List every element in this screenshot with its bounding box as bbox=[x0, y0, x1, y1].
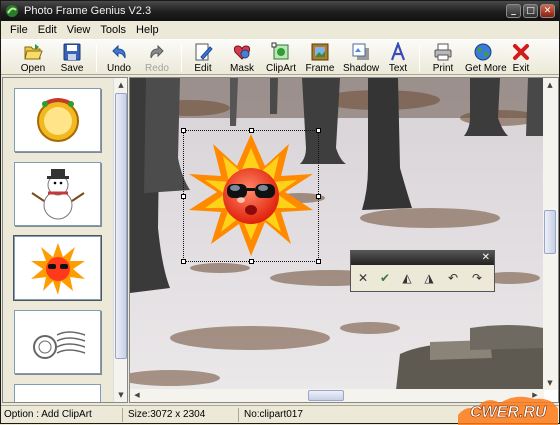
minimize-button[interactable]: _ bbox=[506, 4, 521, 18]
scroll-up-arrow-icon[interactable]: ▲ bbox=[543, 78, 557, 92]
scrollbar-thumb[interactable] bbox=[544, 210, 556, 254]
menu-help[interactable]: Help bbox=[131, 24, 164, 36]
exit-x-icon bbox=[513, 44, 529, 60]
menu-bar: File Edit View Tools Help bbox=[1, 21, 559, 39]
thumbnail-item[interactable] bbox=[14, 162, 101, 226]
save-disk-icon bbox=[63, 43, 81, 61]
scroll-left-arrow-icon[interactable]: ◀ bbox=[130, 388, 144, 402]
mask-label: Mask bbox=[230, 63, 254, 74]
palette-close-button[interactable]: ✕ bbox=[482, 251, 490, 265]
toolbar-separator bbox=[181, 44, 182, 72]
undo-label: Undo bbox=[107, 63, 131, 74]
scroll-up-arrow-icon[interactable]: ▲ bbox=[114, 78, 128, 92]
status-option: Option : Add ClipArt bbox=[1, 408, 123, 422]
clipart-button[interactable]: ClipArt bbox=[263, 41, 299, 75]
toolbar-separator bbox=[419, 44, 420, 72]
menu-view[interactable]: View bbox=[62, 24, 96, 36]
edit-label: Edit bbox=[194, 63, 212, 74]
open-button[interactable]: Open bbox=[15, 41, 51, 75]
app-logo-icon bbox=[6, 5, 18, 17]
edit-button[interactable]: Edit bbox=[185, 41, 221, 75]
resize-handle[interactable] bbox=[316, 259, 321, 264]
thumbnail-item[interactable] bbox=[14, 384, 101, 402]
clipart-tool-palette: ✕ ✕ ✔ ◭ ◮ ↶ ↷ bbox=[350, 250, 495, 292]
clipart-thumbnail-panel: ▲ ▼ bbox=[2, 77, 128, 403]
menu-edit[interactable]: Edit bbox=[33, 24, 62, 36]
resize-handle[interactable] bbox=[249, 128, 254, 133]
rotate-right-button[interactable]: ↷ bbox=[468, 269, 486, 287]
resize-handle[interactable] bbox=[181, 194, 186, 199]
toolbar: Open Save Undo Redo Edit Mask ClipArt Fr… bbox=[1, 39, 559, 75]
toolbar-separator bbox=[96, 44, 97, 72]
heart-mask-icon bbox=[233, 45, 251, 60]
app-window: Photo Frame Genius V2.3 _ □ ✕ File Edit … bbox=[0, 0, 560, 425]
status-image-size: Size:3072 x 2304 bbox=[125, 408, 239, 422]
menu-file[interactable]: File bbox=[5, 24, 33, 36]
open-label: Open bbox=[20, 63, 46, 74]
globe-icon bbox=[474, 43, 492, 61]
ornate-round-frame-icon bbox=[36, 98, 79, 142]
window-title: Photo Frame Genius V2.3 bbox=[24, 5, 152, 17]
frame-button[interactable]: Frame bbox=[302, 41, 338, 75]
print-button[interactable]: Print bbox=[425, 41, 461, 75]
flip-horizontal-button[interactable]: ◭ bbox=[398, 269, 416, 287]
save-button[interactable]: Save bbox=[54, 41, 90, 75]
scrollbar-thumb[interactable] bbox=[115, 93, 127, 359]
undo-arrow-icon bbox=[112, 44, 126, 59]
resize-handle[interactable] bbox=[181, 259, 186, 264]
shadow-button[interactable]: Shadow bbox=[343, 41, 379, 75]
delete-clipart-button[interactable]: ✕ bbox=[354, 269, 372, 287]
mask-button[interactable]: Mask bbox=[224, 41, 260, 75]
apply-clipart-button[interactable]: ✔ bbox=[376, 269, 394, 287]
exit-button[interactable]: Exit bbox=[503, 41, 539, 75]
undo-button[interactable]: Undo bbox=[101, 41, 137, 75]
thumbnail-item-selected[interactable] bbox=[13, 235, 102, 301]
thumbnail-item[interactable] bbox=[14, 310, 101, 374]
scrollbar-thumb[interactable] bbox=[308, 390, 344, 401]
folder-open-icon bbox=[24, 44, 43, 60]
scroll-down-arrow-icon[interactable]: ▼ bbox=[114, 388, 128, 402]
clipart-selection-box[interactable] bbox=[181, 128, 321, 264]
clipart-label: ClipArt bbox=[265, 63, 296, 74]
rotate-left-button[interactable]: ↶ bbox=[444, 269, 462, 287]
picture-frame-icon bbox=[311, 43, 329, 61]
resize-handle[interactable] bbox=[249, 259, 254, 264]
text-button[interactable]: Text bbox=[380, 41, 416, 75]
flip-vertical-button[interactable]: ◮ bbox=[420, 269, 438, 287]
save-label: Save bbox=[60, 63, 84, 74]
get-more-button[interactable]: Get More bbox=[465, 41, 507, 75]
maximize-button[interactable]: □ bbox=[523, 4, 538, 18]
image-canvas[interactable]: ✕ ✕ ✔ ◭ ◮ ↶ ↷ ▲ ▼ ◀ ▶ bbox=[129, 77, 559, 403]
redo-button[interactable]: Redo bbox=[139, 41, 175, 75]
shadow-label: Shadow bbox=[343, 63, 380, 74]
printer-icon bbox=[434, 43, 452, 61]
edit-document-icon bbox=[195, 43, 213, 61]
text-letter-icon bbox=[390, 42, 406, 61]
site-watermark-logo: CWER.RU bbox=[458, 396, 558, 425]
clipart-icon bbox=[271, 42, 289, 60]
title-bar[interactable]: Photo Frame Genius V2.3 _ □ ✕ bbox=[1, 1, 559, 21]
resize-handle[interactable] bbox=[316, 194, 321, 199]
text-label: Text bbox=[388, 63, 408, 74]
close-button[interactable]: ✕ bbox=[540, 4, 555, 18]
shadow-icon bbox=[352, 43, 369, 60]
print-label: Print bbox=[432, 63, 454, 74]
menu-tools[interactable]: Tools bbox=[95, 24, 131, 36]
redo-arrow-icon bbox=[150, 44, 164, 59]
thumbnail-scrollbar[interactable]: ▲ ▼ bbox=[113, 78, 127, 402]
exit-label: Exit bbox=[512, 63, 530, 74]
canvas-vertical-scrollbar[interactable]: ▲ ▼ bbox=[543, 78, 558, 390]
thumbnail-item[interactable] bbox=[14, 88, 101, 152]
palette-title-bar[interactable]: ✕ bbox=[351, 251, 494, 265]
sun-with-sunglasses-clipart-icon bbox=[30, 243, 85, 295]
get-more-label: Get More bbox=[465, 63, 507, 74]
redo-label: Redo bbox=[145, 63, 169, 74]
status-clipart-name: No:clipart017 bbox=[244, 409, 303, 420]
frame-label: Frame bbox=[305, 63, 335, 74]
resize-handle[interactable] bbox=[181, 128, 186, 133]
snowman-clipart-icon bbox=[30, 169, 85, 220]
watermark-text: CWER.RU bbox=[470, 404, 547, 421]
resize-handle[interactable] bbox=[316, 128, 321, 133]
postmark-stamp-clipart-icon bbox=[32, 331, 85, 359]
